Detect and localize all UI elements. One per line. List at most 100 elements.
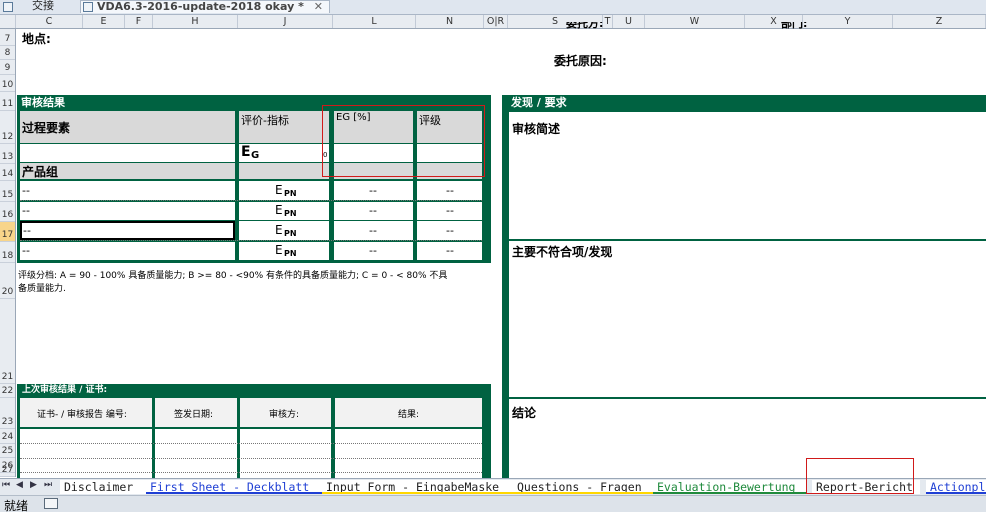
grading-note-line1: 评级分档: A = 90 - 100% 具备质量能力; B >= 80 - <9…	[18, 271, 448, 281]
row-header-14[interactable]: 14	[0, 164, 15, 181]
col-header-n[interactable]: N	[416, 15, 484, 28]
product-group-cell-j[interactable]	[239, 163, 329, 179]
product-row-name[interactable]: --	[20, 242, 235, 260]
row-header-17[interactable]: 17	[0, 222, 15, 242]
row-header-8[interactable]: 8	[0, 46, 15, 60]
row-header-23[interactable]: 23	[0, 398, 15, 429]
product-row-eg[interactable]: --	[334, 202, 413, 220]
col-header-w[interactable]: W	[645, 15, 745, 28]
row-header-22[interactable]: 22	[0, 384, 15, 398]
col-header-c[interactable]: C	[16, 15, 83, 28]
epn-symbol: E	[275, 223, 283, 237]
epn-subscript: PN	[284, 249, 297, 258]
issue-date-header[interactable]: 签发日期:	[155, 398, 237, 427]
row-header-21[interactable]: 21	[0, 299, 15, 384]
sheet-tab-input-form[interactable]: Input Form - EingabeMaske	[322, 480, 513, 494]
sheet-tab-disclaimer[interactable]: Disclaimer	[60, 480, 146, 494]
col-header-y[interactable]: Y	[803, 15, 893, 28]
product-row-eg[interactable]: --	[334, 221, 413, 240]
col-header-or[interactable]: O|R	[484, 15, 508, 28]
auditor-cells[interactable]	[240, 429, 331, 478]
nonconformity-area[interactable]: 主要不符合项/发现	[509, 241, 986, 397]
issue-date-cells[interactable]	[155, 429, 237, 478]
product-row-grade[interactable]: --	[417, 181, 482, 200]
row-header-7[interactable]: 7	[0, 29, 15, 46]
product-row-eg[interactable]: --	[334, 242, 413, 260]
rating-indicator-label: 评价-指标	[241, 114, 289, 127]
auditor-label: 审核方:	[269, 410, 300, 420]
workbook-tab-strip: 交接 VDA6.3-2016-update-2018 okay * ✕	[0, 0, 986, 15]
product-row-grade[interactable]: --	[417, 221, 482, 240]
row-header-10[interactable]: 10	[0, 75, 15, 92]
col-header-h[interactable]: H	[153, 15, 238, 28]
product-row-eg[interactable]: --	[334, 181, 413, 200]
row-header-20[interactable]: 20	[0, 263, 15, 299]
col-header-f[interactable]: F	[125, 15, 153, 28]
row-separator	[20, 200, 482, 201]
prev-sheet-nav-icon[interactable]: ◀	[16, 480, 23, 490]
eg-symbol: E	[241, 144, 251, 160]
col-header-l[interactable]: L	[333, 15, 416, 28]
auditor-header[interactable]: 审核方:	[240, 398, 331, 427]
row-header-25[interactable]: 25	[0, 444, 15, 458]
product-row-eg-text: --	[369, 204, 377, 217]
first-sheet-nav-icon[interactable]: ⏮	[2, 480, 10, 490]
row-header-9[interactable]: 9	[0, 60, 15, 75]
row-header-11[interactable]: 11	[0, 92, 15, 111]
product-row-grade[interactable]: --	[417, 242, 482, 260]
row-header-27[interactable]: 27	[0, 465, 15, 477]
sheet-tab-first-sheet[interactable]: First Sheet - Deckblatt	[146, 480, 322, 494]
result-header[interactable]: 结果:	[335, 398, 482, 427]
row-header-24[interactable]: 24	[0, 429, 15, 444]
col-header-u[interactable]: U	[613, 15, 645, 28]
epn-subscript: PN	[284, 229, 297, 238]
macro-record-icon[interactable]	[44, 498, 58, 509]
sheet-tab-evaluation[interactable]: Evaluation-Bewertung	[653, 480, 806, 494]
col-header-z[interactable]: Z	[893, 15, 986, 28]
sheet-tab-actionplan[interactable]: Actionpl	[926, 480, 986, 494]
col-header-e[interactable]: E	[83, 15, 125, 28]
product-row-name[interactable]: --	[20, 181, 235, 200]
product-row-epn[interactable]: E PN	[239, 202, 329, 220]
product-row-name[interactable]: --	[20, 202, 235, 220]
product-row-eg-text: --	[369, 244, 377, 257]
sheet-tab-questions[interactable]: Questions - Fragen	[513, 480, 653, 494]
select-all-corner[interactable]	[0, 15, 16, 28]
product-row-epn[interactable]: E PN	[239, 221, 329, 240]
app-icon	[2, 0, 16, 13]
workbook-tab-jiaojie[interactable]: 交接	[18, 0, 70, 13]
process-elements-header[interactable]: 过程要素	[20, 111, 235, 143]
product-row-name-text: --	[22, 204, 30, 217]
next-sheet-nav-icon[interactable]: ▶	[30, 480, 37, 490]
workbook-tab-vda[interactable]: VDA6.3-2016-update-2018 okay * ✕	[80, 0, 330, 13]
eg-subscript: G	[251, 150, 260, 161]
row-header-18[interactable]: 18	[0, 242, 15, 263]
product-row-grade-text: --	[446, 184, 454, 197]
row-header-15[interactable]: 15	[0, 181, 15, 202]
result-cells[interactable]	[335, 429, 482, 478]
product-group-header[interactable]: 产品组	[20, 163, 235, 179]
rating-indicator-header[interactable]: 评价-指标	[239, 111, 329, 143]
row-separator	[20, 472, 482, 473]
product-row-epn[interactable]: E PN	[239, 242, 329, 260]
eg-symbol-cell[interactable]: E G 0	[239, 144, 329, 162]
product-row-name-text: --	[23, 224, 31, 237]
process-elements-value[interactable]	[20, 144, 235, 162]
product-row-name-selected[interactable]: --	[20, 221, 235, 240]
conclusion-area[interactable]: 结论	[509, 399, 986, 478]
product-row-grade[interactable]: --	[417, 202, 482, 220]
close-tab-icon[interactable]: ✕	[314, 1, 323, 13]
row-header-12[interactable]: 12	[0, 111, 15, 144]
audit-summary-area[interactable]: 审核简述	[509, 112, 986, 239]
cert-number-cells[interactable]	[20, 429, 152, 478]
highlight-box	[322, 105, 485, 177]
col-header-t[interactable]: T	[603, 15, 613, 28]
product-row-name-text: --	[22, 184, 30, 197]
row-header-13[interactable]: 13	[0, 144, 15, 164]
row-header-16[interactable]: 16	[0, 202, 15, 222]
product-row-epn[interactable]: E PN	[239, 181, 329, 200]
last-sheet-nav-icon[interactable]: ⏭	[44, 480, 52, 490]
col-header-j[interactable]: J	[238, 15, 333, 28]
workbook-tab-label: VDA6.3-2016-update-2018 okay *	[97, 0, 304, 13]
cert-number-header[interactable]: 证书- / 审核报告 编号:	[20, 398, 152, 427]
